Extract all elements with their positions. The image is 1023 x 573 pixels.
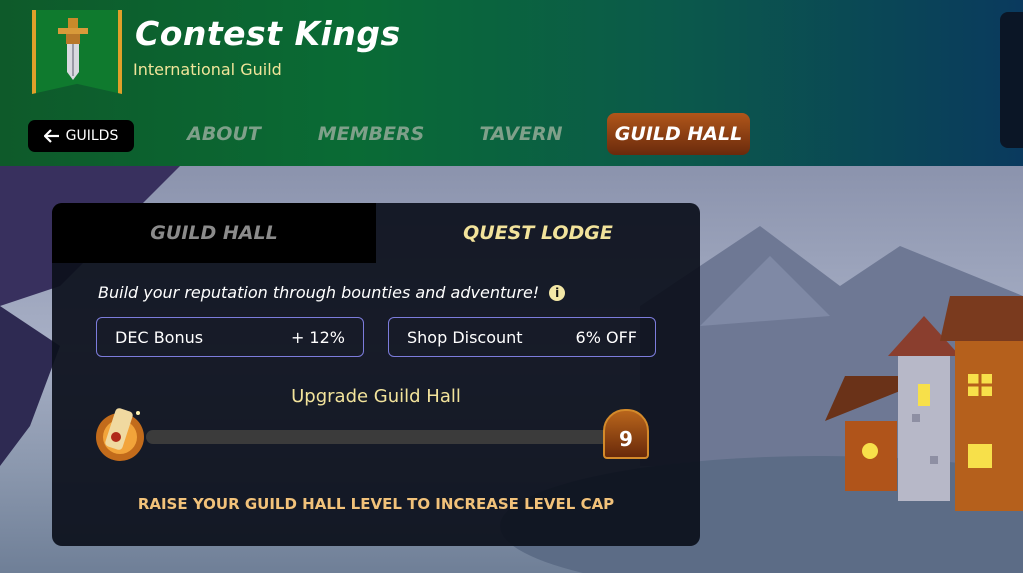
guild-header: Contest Kings International Guild GUILDS… — [0, 0, 1023, 166]
back-button-label: GUILDS — [65, 128, 119, 144]
upgrade-progress-bar — [146, 430, 624, 444]
dec-bonus-stat: DEC Bonus + 12% — [96, 317, 364, 357]
dec-bonus-label: DEC Bonus — [115, 327, 204, 347]
guild-banner — [32, 10, 122, 94]
dec-bonus-value: + 12% — [290, 327, 345, 347]
guild-hall-level-badge: 9 — [603, 409, 649, 459]
shop-discount-value: 6% OFF — [575, 327, 637, 347]
sword-banner-icon — [58, 18, 88, 80]
side-panel — [1000, 12, 1023, 148]
arrow-left-icon — [43, 129, 59, 143]
shop-discount-label: Shop Discount — [407, 327, 523, 347]
raise-level-note: RAISE YOUR GUILD HALL LEVEL TO INCREASE … — [137, 495, 615, 513]
tab-about[interactable]: ABOUT — [178, 113, 270, 155]
quest-lodge-panel: GUILD HALL QUEST LODGE Build your reputa… — [52, 203, 700, 546]
guild-name: Contest Kings — [135, 14, 401, 53]
upgrade-guild-hall-label: Upgrade Guild Hall — [291, 386, 461, 407]
tab-guild-hall[interactable]: GUILD HALL — [607, 113, 750, 155]
back-to-guilds-button[interactable]: GUILDS — [28, 120, 134, 152]
tab-panel-guild-hall[interactable]: GUILD HALL — [52, 203, 376, 263]
tab-members[interactable]: MEMBERS — [314, 113, 428, 155]
tagline-text: Build your reputation through bounties a… — [98, 283, 540, 302]
guild-type: International Guild — [133, 60, 282, 79]
info-icon[interactable]: i — [549, 284, 566, 301]
shop-discount-stat: Shop Discount 6% OFF — [388, 317, 656, 357]
panel-tagline: Build your reputation through bounties a… — [98, 283, 566, 302]
scroll-icon — [96, 408, 144, 461]
tab-tavern[interactable]: TAVERN — [474, 113, 568, 155]
tab-panel-quest-lodge[interactable]: QUEST LODGE — [376, 203, 700, 263]
